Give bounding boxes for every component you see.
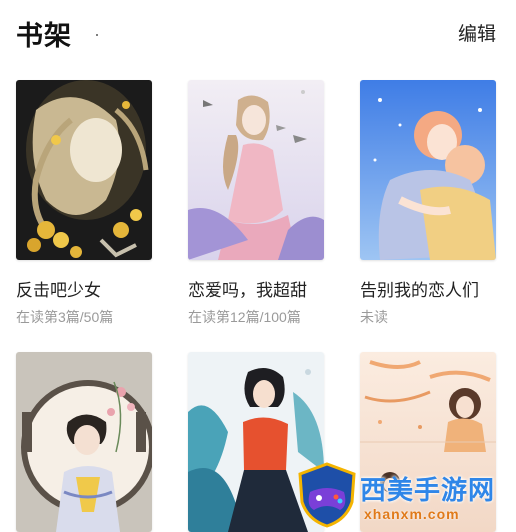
watermark-url: xhanxm.com [364,506,460,522]
book-progress: 未读 [360,309,388,325]
cover-illustration-hugging-couple [360,80,496,260]
site-watermark: 西美手游网 xhanxm.com [296,462,516,530]
book-cover[interactable] [188,80,324,260]
bookshelf-grid: 反击吧少女 在读第3篇/50篇 恋爱吗，我超甜 在读第12篇/100篇 告别我的… [0,0,516,532]
book-progress: 在读第12篇/100篇 [188,309,301,325]
book-title: 告别我的恋人们 [360,281,479,300]
gamepad-shield-icon [298,462,356,528]
cover-illustration-qipao-girl [16,352,152,532]
book-title: 反击吧少女 [16,281,101,300]
book-progress: 在读第3篇/50篇 [16,309,114,325]
book-title: 恋爱吗，我超甜 [188,281,307,300]
cover-illustration-pink-dress-girl [188,80,324,260]
book-cover[interactable] [16,352,152,532]
book-cover[interactable] [360,80,496,260]
watermark-site-name: 西美手游网 [360,475,496,505]
book-cover[interactable] [16,80,152,260]
cover-illustration-golden-girl [16,80,152,260]
